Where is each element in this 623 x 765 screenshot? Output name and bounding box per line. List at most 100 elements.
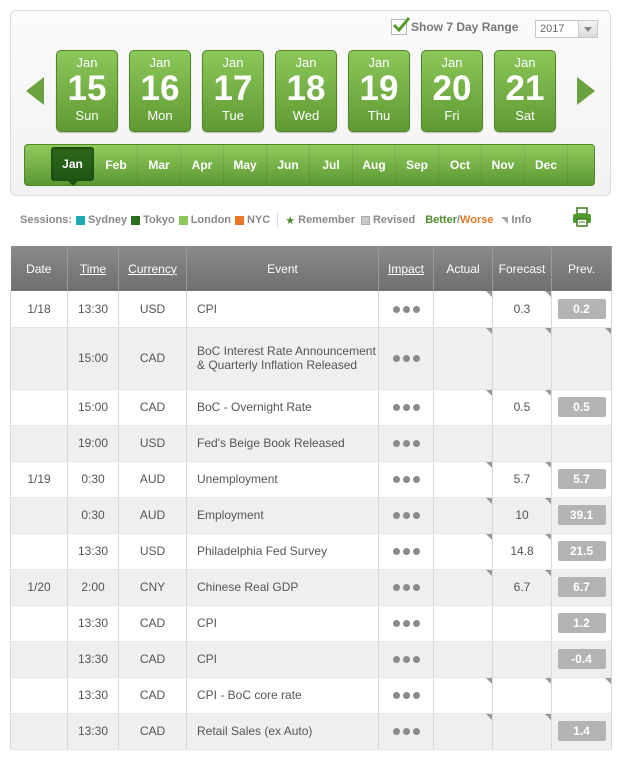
prev-week-arrow-icon[interactable]	[26, 77, 44, 105]
table-row[interactable]: 1/19 0:30 AUD Unemployment 5.7 5.7	[10, 461, 612, 498]
month-tab-jan[interactable]: Jan	[51, 147, 94, 186]
cell-currency: AUD	[118, 497, 187, 534]
next-week-arrow-icon[interactable]	[577, 77, 595, 105]
cell-date	[10, 677, 68, 714]
cell-date	[10, 327, 68, 390]
cell-event[interactable]: CPI - BoC core rate	[186, 677, 379, 714]
cell-event[interactable]: BoC Interest Rate Announcement & Quarter…	[186, 327, 379, 390]
chevron-down-icon[interactable]	[579, 20, 598, 38]
cell-currency: CAD	[118, 641, 187, 678]
month-tab-mar[interactable]: Mar	[138, 145, 181, 185]
table-row[interactable]: 13:30 CAD CPI 1.2	[10, 605, 612, 642]
header-currency[interactable]: Currency	[118, 246, 187, 291]
worse-label: Worse	[460, 214, 494, 226]
day-card-0[interactable]: Jan 15 Sun	[56, 50, 118, 132]
cell-date	[10, 533, 68, 570]
month-tab-apr[interactable]: Apr	[181, 145, 224, 185]
cell-event[interactable]: CPI	[186, 605, 379, 642]
table-row[interactable]: 13:30 USD Philadelphia Fed Survey 14.8 2…	[10, 533, 612, 570]
year-value[interactable]: 2017	[535, 20, 579, 38]
month-tab-sep[interactable]: Sep	[396, 145, 439, 185]
impact-dots-icon	[378, 389, 434, 426]
cell-forecast	[492, 425, 552, 462]
cell-event[interactable]: CPI	[186, 641, 379, 678]
cell-actual	[433, 291, 493, 328]
cell-actual	[433, 533, 493, 570]
events-table: Date Time Currency Event Impact Actual F…	[10, 246, 612, 750]
cell-actual	[433, 677, 493, 714]
cell-actual	[433, 327, 493, 390]
table-row[interactable]: 15:00 CAD BoC Interest Rate Announcement…	[10, 327, 612, 390]
month-tab-oct[interactable]: Oct	[439, 145, 482, 185]
table-row[interactable]: 0:30 AUD Employment 10 39.1	[10, 497, 612, 534]
remember-label: Remember	[298, 214, 355, 226]
cell-event[interactable]: Unemployment	[186, 461, 379, 498]
cell-currency: USD	[118, 291, 187, 328]
divider	[277, 212, 279, 228]
header-impact[interactable]: Impact	[378, 246, 434, 291]
day-card-5[interactable]: Jan 20 Fri	[421, 50, 483, 132]
legend-bar: Sessions: Sydney Tokyo London NYC ★ Remem…	[20, 212, 532, 228]
cell-event[interactable]: Retail Sales (ex Auto)	[186, 713, 379, 750]
day-weekday: Sat	[515, 108, 535, 123]
cell-prev	[551, 327, 612, 390]
table-row[interactable]: 13:30 CAD Retail Sales (ex Auto) 1.4	[10, 713, 612, 750]
day-weekday: Wed	[292, 108, 320, 123]
cell-event[interactable]: Fed's Beige Book Released	[186, 425, 379, 462]
cell-forecast	[492, 641, 552, 678]
month-tab-aug[interactable]: Aug	[353, 145, 396, 185]
cell-time: 15:00	[67, 389, 119, 426]
table-row[interactable]: 1/18 13:30 USD CPI 0.3 0.2	[10, 291, 612, 328]
day-number: 16	[140, 69, 180, 108]
cell-actual	[433, 605, 493, 642]
day-number: 21	[505, 69, 545, 108]
year-select[interactable]: 2017	[535, 20, 598, 38]
table-row[interactable]: 13:30 CAD CPI - BoC core rate	[10, 677, 612, 714]
day-card-2[interactable]: Jan 17 Tue	[202, 50, 264, 132]
session-sydney[interactable]: Sydney	[88, 214, 127, 226]
session-nyc[interactable]: NYC	[247, 214, 270, 226]
month-tab-feb[interactable]: Feb	[95, 145, 138, 185]
header-actual: Actual	[433, 246, 493, 291]
day-card-6[interactable]: Jan 21 Sat	[494, 50, 556, 132]
cell-currency: CNY	[118, 569, 187, 606]
cell-prev: 6.7	[551, 569, 612, 606]
day-month: Jan	[441, 55, 463, 70]
cell-event[interactable]: Philadelphia Fed Survey	[186, 533, 379, 570]
month-tab-dec[interactable]: Dec	[525, 145, 568, 185]
seven-day-range-checkbox[interactable]	[391, 17, 411, 35]
table-row[interactable]: 19:00 USD Fed's Beige Book Released	[10, 425, 612, 462]
table-row[interactable]: 15:00 CAD BoC - Overnight Rate 0.5 0.5	[10, 389, 612, 426]
cell-forecast	[492, 327, 552, 390]
sydney-swatch	[75, 215, 85, 225]
table-row[interactable]: 13:30 CAD CPI -0.4	[10, 641, 612, 678]
table-row[interactable]: 1/20 2:00 CNY Chinese Real GDP 6.7 6.7	[10, 569, 612, 606]
cell-event[interactable]: Chinese Real GDP	[186, 569, 379, 606]
printer-icon[interactable]	[571, 206, 593, 228]
revised-icon	[360, 215, 370, 225]
day-card-4[interactable]: Jan 19 Thu	[348, 50, 410, 132]
cell-currency: CAD	[118, 327, 187, 390]
revised-label: Revised	[372, 214, 416, 226]
month-tab-may[interactable]: May	[224, 145, 267, 185]
day-weekday: Fri	[444, 108, 460, 123]
cell-forecast: 10	[492, 497, 552, 534]
prev-badge: 5.7	[557, 469, 606, 489]
month-tab-jul[interactable]: Jul	[310, 145, 353, 185]
cell-event[interactable]: CPI	[186, 291, 379, 328]
session-london[interactable]: London	[191, 214, 231, 226]
month-tab-nov[interactable]: Nov	[482, 145, 525, 185]
cell-actual	[433, 713, 493, 750]
day-card-1[interactable]: Jan 16 Mon	[129, 50, 191, 132]
cell-time: 13:30	[67, 641, 119, 678]
seven-day-range-toggle[interactable]: Show 7 Day Range	[391, 17, 518, 35]
cell-prev: -0.4	[551, 641, 612, 678]
cell-event[interactable]: BoC - Overnight Rate	[186, 389, 379, 426]
header-time[interactable]: Time	[67, 246, 119, 291]
day-card-3[interactable]: Jan 18 Wed	[275, 50, 337, 132]
month-tab-jun[interactable]: Jun	[267, 145, 310, 185]
prev-badge: 0.2	[557, 298, 606, 319]
cell-event[interactable]: Employment	[186, 497, 379, 534]
session-tokyo[interactable]: Tokyo	[143, 214, 175, 226]
info-corner-icon	[501, 216, 509, 224]
